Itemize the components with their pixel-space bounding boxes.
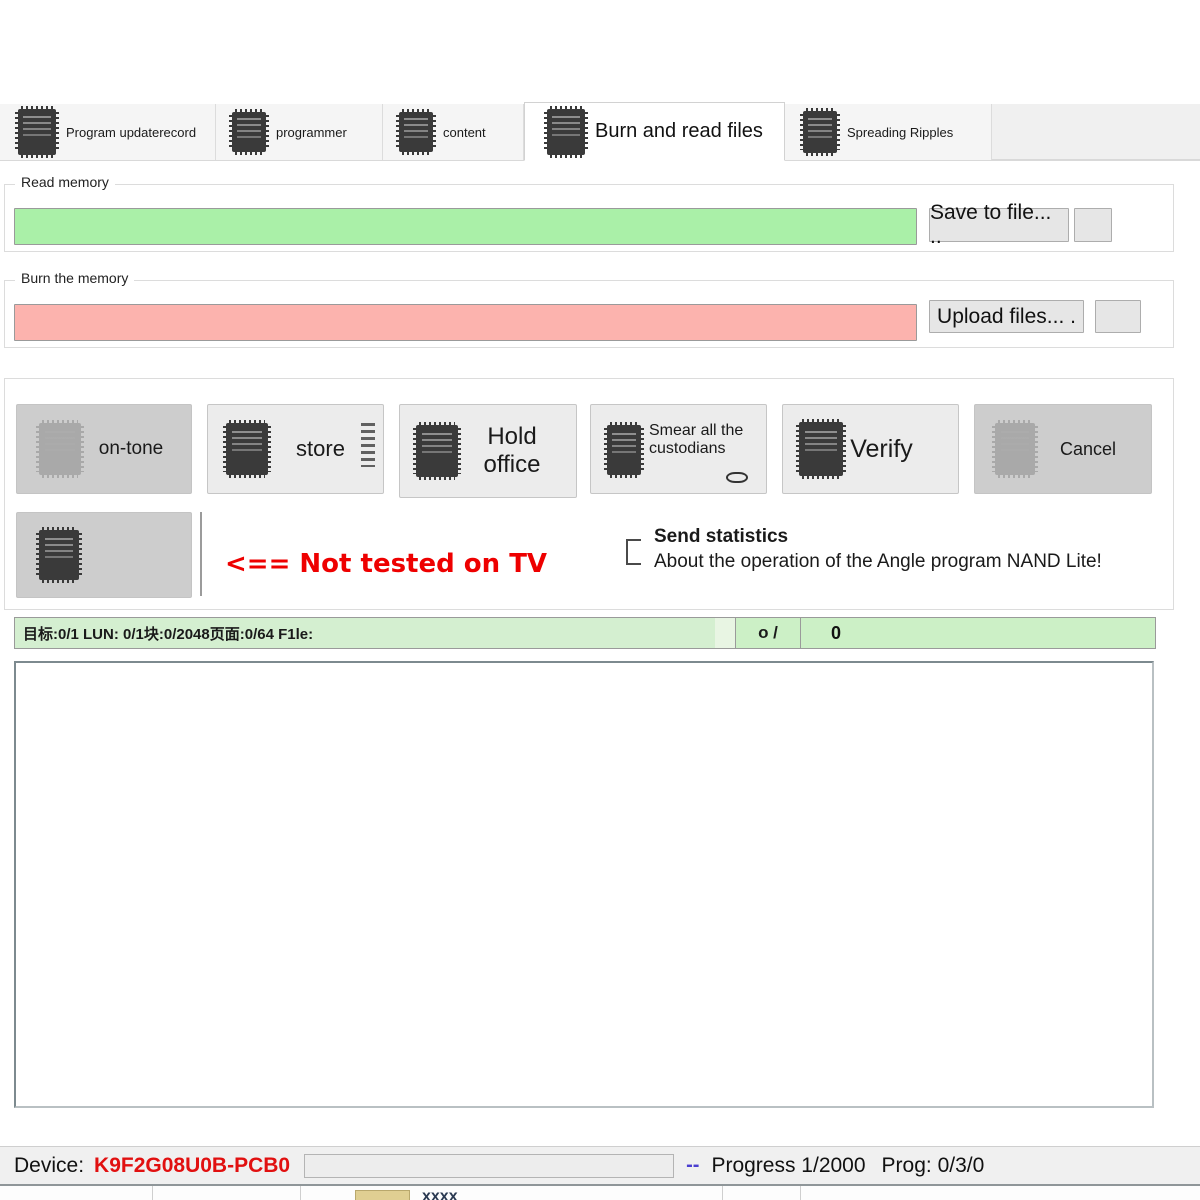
- glasses-icon: [726, 472, 748, 483]
- read-memory-legend: Read memory: [15, 174, 115, 190]
- tab-strip: Program updaterecord programmer content …: [0, 102, 1200, 161]
- bottom-clipped-strip: xxxx: [0, 1184, 1200, 1200]
- progress-target-text: 目标:0/1 LUN: 0/1块:0/2048页面:0/64 F1le:: [15, 618, 715, 648]
- device-value: K9F2G08U0B-PCB0: [94, 1153, 291, 1177]
- chip-icon: [36, 527, 82, 583]
- strip-divider: [152, 1186, 153, 1200]
- save-to-file-button[interactable]: Save to file... ..: [929, 201, 1069, 248]
- progress-status-row: 目标:0/1 LUN: 0/1块:0/2048页面:0/64 F1le: o /…: [14, 617, 1156, 649]
- strip-divider: [300, 1186, 301, 1200]
- chip-icon: [413, 422, 461, 480]
- tab-burn-and-read-files[interactable]: Burn and read files: [524, 102, 785, 161]
- tab-label: Burn and read files: [595, 120, 763, 142]
- chip-icon: [15, 106, 59, 158]
- chip-icon: [796, 419, 846, 479]
- upload-files-browse-button[interactable]: [1095, 300, 1141, 333]
- device-label: Device:: [14, 1153, 85, 1177]
- strip-divider: [800, 1186, 801, 1200]
- tab-spreading-ripples[interactable]: Spreading Ripples: [785, 104, 992, 160]
- action-button-hold-office[interactable]: Hold office: [399, 404, 577, 498]
- action-button-store[interactable]: store: [207, 404, 384, 494]
- chip-icon: [992, 420, 1038, 478]
- action-label: Smear all the custodians: [649, 421, 744, 457]
- chip-icon: [223, 420, 271, 478]
- tab-label: Spreading Ripples: [847, 124, 954, 140]
- burn-memory-path-input[interactable]: [14, 304, 917, 341]
- tab-label: Program updaterecord: [66, 124, 197, 140]
- chip-icon: [36, 420, 84, 478]
- burn-memory-legend: Burn the memory: [15, 270, 135, 286]
- status-bar: Device: K9F2G08U0B-PCB0 -- Progress 1/20…: [0, 1146, 1200, 1184]
- chip-icon: [544, 105, 588, 158]
- chip-icon: [229, 109, 269, 155]
- status-dashes: --: [686, 1154, 700, 1176]
- action-label: store: [296, 436, 345, 462]
- send-statistics-description: About the operation of the Angle program…: [654, 551, 1102, 572]
- tab-programmer[interactable]: programmer: [216, 104, 383, 160]
- action-label: on-tone: [98, 438, 164, 460]
- progress-mid-text: o /: [735, 618, 801, 648]
- action-button-cancel[interactable]: Cancel: [974, 404, 1152, 494]
- application-window: Program updaterecord programmer content …: [0, 0, 1200, 1200]
- action-button-smear-all-custodians[interactable]: Smear all the custodians: [590, 404, 767, 494]
- action-button-on-tone[interactable]: on-tone: [16, 404, 192, 494]
- prog-text: Prog: 0/3/0: [881, 1153, 985, 1177]
- tab-strip-filler: [992, 104, 1200, 160]
- send-statistics-label: Send statistics: [654, 526, 789, 547]
- log-output-area[interactable]: [14, 661, 1154, 1108]
- action-button-extra[interactable]: [16, 512, 192, 598]
- action-label: Cancel: [1059, 438, 1117, 459]
- checkbox-bracket-icon[interactable]: [626, 539, 641, 565]
- tab-program-updaterecord[interactable]: Program updaterecord: [0, 104, 216, 160]
- read-memory-path-input[interactable]: [14, 208, 917, 245]
- strip-divider: [722, 1186, 723, 1200]
- chip-icon: [604, 422, 644, 478]
- tab-content[interactable]: content: [383, 104, 524, 160]
- store-glyph-icon: [361, 423, 375, 467]
- chip-icon: [396, 109, 436, 155]
- save-to-file-browse-button[interactable]: [1074, 208, 1112, 242]
- progress-text: Progress 1/2000: [711, 1153, 866, 1177]
- device-status-field[interactable]: [304, 1153, 675, 1178]
- bottom-ghost-text: xxxx: [422, 1188, 458, 1200]
- upload-files-button[interactable]: Upload files... .: [929, 300, 1084, 333]
- action-button-verify[interactable]: Verify: [782, 404, 959, 494]
- red-warning-note: <== Not tested on TV: [225, 549, 548, 579]
- progress-gap: [715, 618, 735, 648]
- progress-right-text: 0: [801, 618, 1155, 648]
- bottom-tan-swatch: [355, 1190, 410, 1200]
- action-label: Hold office: [483, 423, 541, 478]
- tab-label: content: [443, 124, 486, 140]
- chip-icon: [800, 108, 840, 156]
- vertical-divider: [200, 512, 202, 596]
- tab-label: programmer: [276, 124, 347, 140]
